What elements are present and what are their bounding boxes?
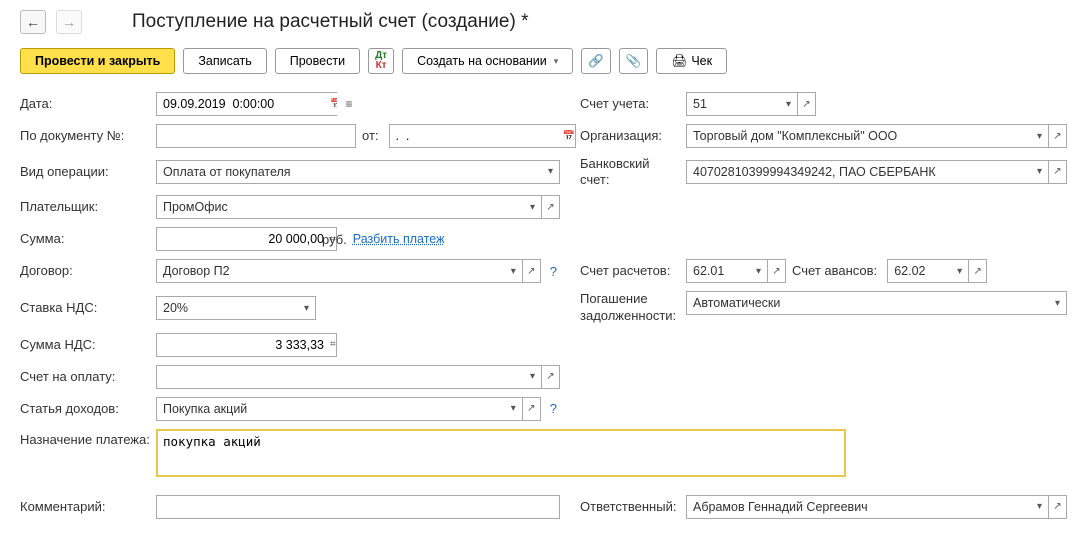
invoice-dropdown-button[interactable]: ▾ bbox=[524, 365, 542, 389]
settle-input[interactable]: 62.01 bbox=[686, 259, 750, 283]
contract-label: Договор: bbox=[20, 263, 150, 279]
post-button[interactable]: Провести bbox=[275, 48, 360, 74]
org-dropdown-button[interactable]: ▾ bbox=[1031, 124, 1049, 148]
date-label: Дата: bbox=[20, 96, 150, 112]
debit-credit-button[interactable]: ДтКт bbox=[368, 48, 394, 74]
date-extra-button[interactable]: ≡ bbox=[337, 92, 361, 116]
arrow-left-icon: ← bbox=[26, 14, 40, 30]
org-input[interactable]: Торговый дом "Комплексный" ООО bbox=[686, 124, 1031, 148]
invoice-label: Счет на оплату: bbox=[20, 369, 150, 385]
vatrate-input[interactable]: 20% bbox=[156, 296, 298, 320]
org-open-button[interactable]: ↗ bbox=[1049, 124, 1067, 148]
bank-dropdown-button[interactable]: ▾ bbox=[1031, 160, 1049, 184]
debt-dropdown-button[interactable]: ▾ bbox=[1049, 291, 1067, 315]
settle-dropdown-button[interactable]: ▾ bbox=[750, 259, 768, 283]
income-open-button[interactable]: ↗ bbox=[523, 397, 541, 421]
sum-label: Сумма: bbox=[20, 231, 150, 247]
sum-currency-label: руб. bbox=[322, 232, 347, 247]
nav-forward-button[interactable]: → bbox=[56, 10, 82, 34]
advance-label: Счет авансов: bbox=[792, 263, 877, 279]
docnum-input[interactable] bbox=[156, 124, 356, 148]
vatrate-dropdown-button[interactable]: ▾ bbox=[298, 296, 316, 320]
optype-input[interactable]: Оплата от покупателя bbox=[156, 160, 542, 184]
optype-label: Вид операции: bbox=[20, 164, 150, 180]
payer-label: Плательщик: bbox=[20, 199, 150, 215]
payer-input[interactable]: ПромОфис bbox=[156, 195, 524, 219]
account-input[interactable]: 51 bbox=[686, 92, 780, 116]
page-title: Поступление на расчетный счет (создание)… bbox=[132, 11, 529, 33]
invoice-open-button[interactable]: ↗ bbox=[542, 365, 560, 389]
comment-input[interactable] bbox=[156, 495, 560, 519]
vatsum-input[interactable] bbox=[156, 333, 330, 357]
bank-input[interactable]: 40702810399994349242, ПАО СБЕРБАНК bbox=[686, 160, 1031, 184]
link-icon: 🔗 bbox=[588, 54, 604, 69]
docnum-from-label: от: bbox=[362, 128, 379, 144]
contract-open-button[interactable]: ↗ bbox=[523, 259, 541, 283]
link-related-button[interactable]: 🔗 bbox=[581, 48, 611, 74]
list-icon: ≡ bbox=[345, 97, 352, 111]
payer-dropdown-button[interactable]: ▾ bbox=[524, 195, 542, 219]
sum-input[interactable] bbox=[156, 227, 330, 251]
responsible-open-button[interactable]: ↗ bbox=[1049, 495, 1067, 519]
account-open-button[interactable]: ↗ bbox=[798, 92, 816, 116]
create-based-on-button[interactable]: Создать на основании ▾ bbox=[402, 48, 573, 74]
responsible-dropdown-button[interactable]: ▾ bbox=[1031, 495, 1049, 519]
income-help[interactable]: ? bbox=[547, 401, 560, 416]
income-dropdown-button[interactable]: ▾ bbox=[505, 397, 523, 421]
date-input[interactable] bbox=[156, 92, 330, 116]
account-dropdown-button[interactable]: ▾ bbox=[780, 92, 798, 116]
payer-open-button[interactable]: ↗ bbox=[542, 195, 560, 219]
docdate-calendar-button[interactable]: 📅 bbox=[563, 124, 576, 148]
calendar-icon: 📅 bbox=[563, 131, 575, 142]
responsible-input[interactable]: Абрамов Геннадий Сергеевич bbox=[686, 495, 1031, 519]
comment-label: Комментарий: bbox=[20, 499, 150, 515]
vatsum-label: Сумма НДС: bbox=[20, 337, 150, 353]
docnum-label: По документу №: bbox=[20, 128, 150, 144]
responsible-label: Ответственный: bbox=[580, 499, 680, 515]
bank-open-button[interactable]: ↗ bbox=[1049, 160, 1067, 184]
printer-icon: 🖨 bbox=[671, 54, 687, 69]
advance-open-button[interactable]: ↗ bbox=[969, 259, 987, 283]
vatsum-calculator-button[interactable]: ⌗ bbox=[330, 333, 337, 357]
account-label: Счет учета: bbox=[580, 96, 680, 112]
calculator-icon: ⌗ bbox=[330, 339, 336, 350]
contract-dropdown-button[interactable]: ▾ bbox=[505, 259, 523, 283]
debt-label: Погашение задолженности: bbox=[580, 291, 680, 325]
bank-label: Банковский счет: bbox=[580, 156, 680, 187]
income-input[interactable]: Покупка акций bbox=[156, 397, 505, 421]
purpose-label: Назначение платежа: bbox=[20, 429, 150, 448]
income-label: Статья доходов: bbox=[20, 401, 150, 417]
arrow-right-icon: → bbox=[62, 14, 76, 30]
paperclip-icon: 📎 bbox=[626, 54, 642, 69]
optype-dropdown-button[interactable]: ▾ bbox=[542, 160, 560, 184]
dtkt-icon: ДтКт bbox=[375, 51, 387, 71]
split-payment-link[interactable]: Разбить платеж bbox=[353, 232, 445, 246]
vatrate-label: Ставка НДС: bbox=[20, 300, 150, 316]
purpose-textarea[interactable] bbox=[156, 429, 846, 477]
save-button[interactable]: Записать bbox=[183, 48, 266, 74]
settle-label: Счет расчетов: bbox=[580, 263, 680, 279]
post-and-close-button[interactable]: Провести и закрыть bbox=[20, 48, 175, 74]
chevron-down-icon: ▾ bbox=[554, 56, 559, 67]
contract-help[interactable]: ? bbox=[547, 264, 560, 279]
nav-back-button[interactable]: ← bbox=[20, 10, 46, 34]
advance-input[interactable]: 62.02 bbox=[887, 259, 951, 283]
contract-input[interactable]: Договор П2 bbox=[156, 259, 505, 283]
attachment-button[interactable]: 📎 bbox=[619, 48, 649, 74]
invoice-input[interactable] bbox=[156, 365, 524, 389]
cheque-button[interactable]: 🖨 Чек bbox=[656, 48, 727, 74]
debt-input[interactable]: Автоматически bbox=[686, 291, 1049, 315]
org-label: Организация: bbox=[580, 128, 680, 144]
advance-dropdown-button[interactable]: ▾ bbox=[951, 259, 969, 283]
settle-open-button[interactable]: ↗ bbox=[768, 259, 786, 283]
docdate-input[interactable] bbox=[389, 124, 563, 148]
